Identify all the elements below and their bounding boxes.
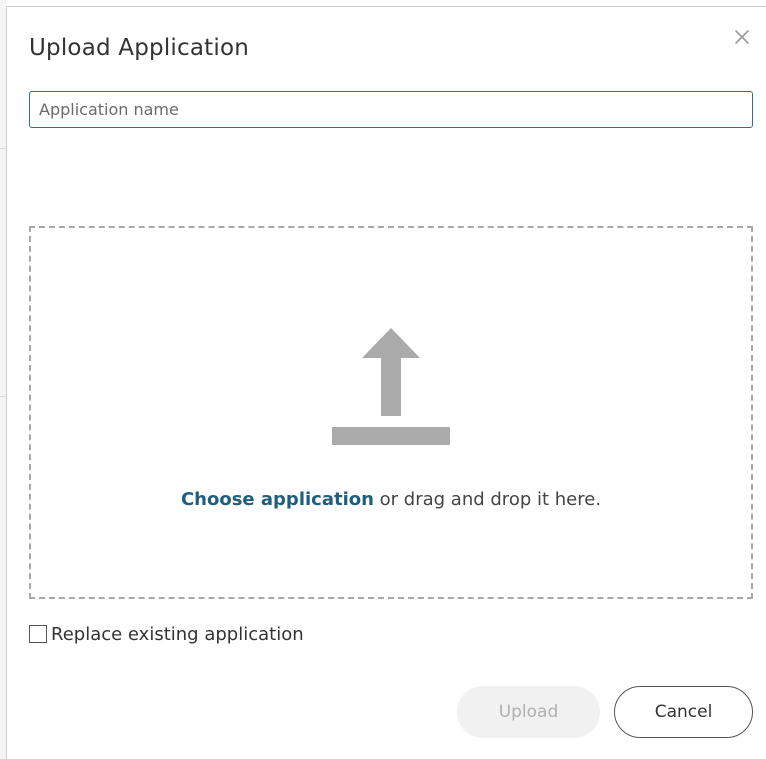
drag-drop-hint: or drag and drop it here. [373, 489, 602, 510]
close-button[interactable] [730, 25, 754, 49]
replace-existing-option[interactable]: Replace existing application [29, 621, 304, 647]
replace-existing-label: Replace existing application [51, 623, 304, 645]
choose-application-link[interactable]: Choose application [181, 489, 374, 510]
cancel-button[interactable]: Cancel [614, 686, 753, 738]
upload-arrow-icon [332, 328, 450, 445]
file-dropzone[interactable]: Choose application or drag and drop it h… [29, 226, 753, 599]
application-name-input[interactable] [29, 91, 753, 128]
dropzone-text: Choose application or drag and drop it h… [31, 489, 751, 510]
close-icon [735, 30, 749, 44]
upload-application-dialog: Upload Application Choose application or… [6, 6, 766, 759]
replace-existing-checkbox[interactable] [29, 625, 47, 643]
dialog-title: Upload Application [29, 35, 250, 61]
upload-button[interactable]: Upload [457, 686, 600, 738]
